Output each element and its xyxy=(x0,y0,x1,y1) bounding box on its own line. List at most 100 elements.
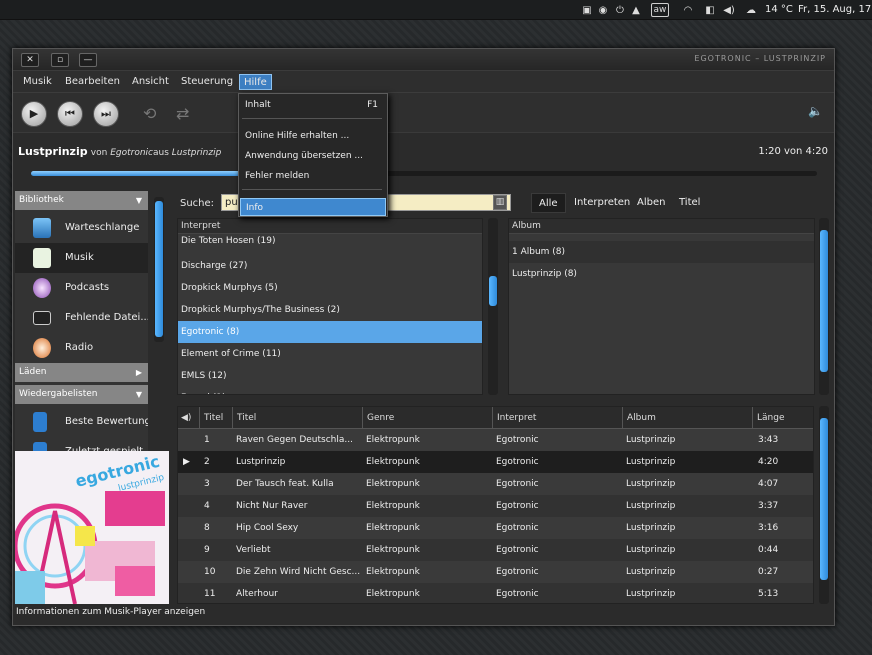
album-header[interactable]: Album xyxy=(509,219,814,234)
menu-item-fehler-melden[interactable]: Fehler melden xyxy=(240,167,386,185)
monitor-icon[interactable]: ▣ xyxy=(581,3,593,17)
wifi-icon[interactable]: ◠ xyxy=(680,3,696,17)
table-row-playing[interactable]: ▶ 2 Lustprinzip Elektropunk Egotronic Lustpri… xyxy=(178,451,813,473)
sidebar-section-laeden[interactable]: Läden ▶ xyxy=(15,363,148,382)
table-cell-genre: Elektropunk xyxy=(366,479,420,489)
menu-ansicht[interactable]: Ansicht xyxy=(132,74,169,90)
track-scroll-thumb[interactable] xyxy=(820,418,828,580)
column-header-titel[interactable]: Titel xyxy=(233,407,363,429)
music-player-window: ✕ ▫ — EGOTRONIC – LUSTPRINZIP Musik Bear… xyxy=(12,48,835,626)
aw-icon[interactable]: aw xyxy=(646,3,674,17)
column-header-genre[interactable]: Genre xyxy=(363,407,493,429)
status-bar: Informationen zum Musik-Player anzeigen xyxy=(16,607,206,617)
list-item[interactable]: Discharge (27) xyxy=(178,255,482,277)
progress-bar[interactable] xyxy=(31,171,817,176)
shield-icon[interactable]: ▲ xyxy=(630,3,642,17)
clear-search-icon[interactable]: ▥ xyxy=(493,195,507,210)
volume-button[interactable]: 🔈 xyxy=(808,104,823,118)
sidebar-scrollbar[interactable] xyxy=(154,197,164,342)
table-row[interactable]: 9 Verliebt Elektropunk Egotronic Lustprinzip… xyxy=(178,539,813,561)
menu-item-uebersetzen[interactable]: Anwendung übersetzen ... xyxy=(240,147,386,165)
sidebar-section-bibliothek[interactable]: Bibliothek ▼ xyxy=(15,191,148,210)
album-scroll-thumb[interactable] xyxy=(820,230,828,372)
interpret-header[interactable]: Interpret xyxy=(178,219,482,234)
column-header-nr[interactable]: Titel xyxy=(200,407,233,429)
menu-hilfe[interactable]: Hilfe xyxy=(239,74,272,90)
filter-alle[interactable]: Alle xyxy=(531,193,566,213)
previous-button[interactable]: ⏮ xyxy=(57,101,83,127)
table-row[interactable]: 11 Alterhour Elektropunk Egotronic Lustprinz… xyxy=(178,583,813,603)
table-cell-len: 0:27 xyxy=(758,567,779,577)
time-display: 1:20 von 4:20 xyxy=(758,146,828,157)
volume-column-icon[interactable]: ◀) xyxy=(178,407,200,429)
temperature[interactable]: 14 °C xyxy=(765,4,793,15)
sidebar-item-podcasts[interactable]: Podcasts xyxy=(15,273,148,303)
sidebar-item-fehlende-datei[interactable]: Fehlende Datei... xyxy=(15,303,148,333)
menu-steuerung[interactable]: Steuerung xyxy=(181,74,233,90)
table-cell-len: 3:43 xyxy=(758,435,779,445)
list-item[interactable]: Lustprinzip (8) xyxy=(509,263,814,285)
sidebar-item-radio[interactable]: Radio xyxy=(15,333,148,363)
sidebar-item-beste-bewertung[interactable]: Beste Bewertung xyxy=(15,407,148,437)
column-header-interpret[interactable]: Interpret xyxy=(493,407,623,429)
menu-bearbeiten[interactable]: Bearbeiten xyxy=(65,74,120,90)
maximize-button[interactable]: ▫ xyxy=(51,53,69,67)
list-item[interactable]: 1 Album (8) xyxy=(509,241,814,263)
table-cell-artist: Egotronic xyxy=(496,457,539,467)
window-titlebar[interactable]: ✕ ▫ — EGOTRONIC – LUSTPRINZIP xyxy=(13,49,834,71)
table-cell-artist: Egotronic xyxy=(496,501,539,511)
next-button[interactable]: ⏭ xyxy=(93,101,119,127)
column-header-album[interactable]: Album xyxy=(623,407,753,429)
shuffle-icon[interactable]: ⇄ xyxy=(176,104,189,123)
menu-separator xyxy=(242,189,382,190)
list-item[interactable]: Die Toten Hosen (19) xyxy=(178,233,482,249)
repeat-icon[interactable]: ⟲ xyxy=(143,104,156,123)
volume-icon[interactable]: ◀) xyxy=(721,3,737,17)
menu-item-inhalt[interactable]: Inhalt F1 xyxy=(240,96,386,114)
table-cell-album: Lustprinzip xyxy=(626,435,676,445)
filter-titel[interactable]: Titel xyxy=(672,193,707,213)
clock[interactable]: Fr, 15. Aug, 17:36 xyxy=(798,4,872,15)
table-cell-album: Lustprinzip xyxy=(626,545,676,555)
chevron-down-icon: ▼ xyxy=(135,196,142,205)
menu-musik[interactable]: Musik xyxy=(23,74,52,90)
sidebar-scroll-thumb[interactable] xyxy=(155,201,163,337)
interpret-scroll-thumb[interactable] xyxy=(489,276,497,306)
table-cell-title: Raven Gegen Deutschla... xyxy=(236,435,353,445)
sidebar-item-musik[interactable]: Musik xyxy=(15,243,148,273)
weather-icon[interactable]: ☁ xyxy=(743,3,759,17)
play-button[interactable]: ▶ xyxy=(21,101,47,127)
table-cell-len: 4:20 xyxy=(758,457,779,467)
music-icon xyxy=(33,248,51,268)
close-button[interactable]: ✕ xyxy=(21,53,39,67)
table-row[interactable]: 4 Nicht Nur Raver Elektropunk Egotronic Lust… xyxy=(178,495,813,517)
sidebar-item-warteschlange[interactable]: Warteschlange xyxy=(15,213,148,243)
track-scrollbar[interactable] xyxy=(819,406,829,604)
list-item-selected[interactable]: Egotronic (8) xyxy=(178,321,482,343)
menu-item-info[interactable]: Info xyxy=(240,198,386,216)
table-cell-artist: Egotronic xyxy=(496,567,539,577)
album-scrollbar[interactable] xyxy=(819,218,829,395)
list-item[interactable]: EMLS (12) xyxy=(178,365,482,387)
list-item[interactable]: Element of Crime (11) xyxy=(178,343,482,365)
toolbar: ▶ ⏮ ⏭ ⟲ ⇄ 🔈 xyxy=(13,93,834,133)
table-row[interactable]: 3 Der Tausch feat. Kulla Elektropunk Egotro… xyxy=(178,473,813,495)
album-cover: egotronic lustprinzip xyxy=(15,451,169,604)
list-item[interactable]: Dropkick Murphys (5) xyxy=(178,277,482,299)
column-header-laenge[interactable]: Länge xyxy=(753,407,813,429)
list-item[interactable]: Fugazi (1) xyxy=(178,387,482,394)
power-icon[interactable]: ◉ xyxy=(596,3,610,17)
table-row[interactable]: 8 Hip Cool Sexy Elektropunk Egotronic Lustpr… xyxy=(178,517,813,539)
filter-alben[interactable]: Alben xyxy=(630,193,672,213)
menu-bar: Musik Bearbeiten Ansicht Steuerung Hilfe xyxy=(13,71,834,93)
menu-item-online-hilfe[interactable]: Online Hilfe erhalten ... xyxy=(240,127,386,145)
sidebar-section-wiedergabelisten[interactable]: Wiedergabelisten ▼ xyxy=(15,385,148,404)
interpret-scrollbar[interactable] xyxy=(488,218,498,395)
volume-muted-icon[interactable]: ◧ xyxy=(703,3,717,17)
table-row[interactable]: 10 Die Zehn Wird Nicht Gesc... Elektropunk… xyxy=(178,561,813,583)
firewall-icon[interactable]: ⏻ xyxy=(614,3,626,17)
list-item[interactable]: Dropkick Murphys/The Business (2) xyxy=(178,299,482,321)
minimize-button[interactable]: — xyxy=(79,53,97,67)
table-row[interactable]: 1 Raven Gegen Deutschla... Elektropunk Egot… xyxy=(178,429,813,451)
filter-interpreten[interactable]: Interpreten xyxy=(567,193,637,213)
